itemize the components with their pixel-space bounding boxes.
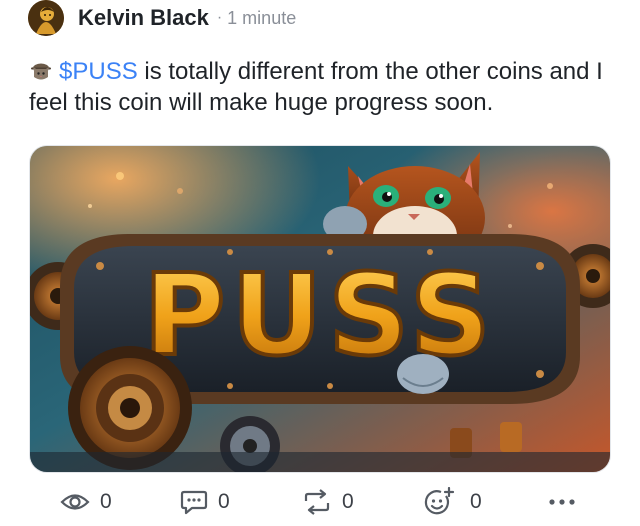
comment-icon [180,489,208,515]
more-icon [548,497,576,507]
post-header: Kelvin Black · 1 minute [28,0,296,36]
image-title-text: PUSS [143,251,496,381]
comments-count: 0 [218,490,230,513]
post-text: $PUSS is totally different from the othe… [29,56,619,118]
repost-button[interactable]: 0 [302,482,354,522]
repost-icon [302,489,332,515]
more-options-button[interactable] [548,482,576,522]
cowboy-cat-emoji-icon [29,59,53,81]
add-reaction-button[interactable]: 0 [424,482,482,522]
views-count: 0 [100,490,112,513]
views-button[interactable]: 0 [60,482,112,522]
reposts-count: 0 [342,490,354,513]
comment-button[interactable]: 0 [180,482,230,522]
avatar[interactable] [28,0,64,36]
author-name[interactable]: Kelvin Black [78,5,209,31]
eye-icon [60,491,90,513]
post-card: Kelvin Black · 1 minute $PUSS is totally… [0,0,640,526]
add-reaction-icon [424,487,456,517]
post-image[interactable]: PUSS [29,145,611,473]
action-bar: 0 0 0 0 [0,482,640,526]
reactions-count: 0 [470,490,482,513]
ticker-link[interactable]: $PUSS [59,58,138,85]
separator-dot: · [216,9,223,26]
post-timestamp[interactable]: 1 minute [227,8,296,29]
